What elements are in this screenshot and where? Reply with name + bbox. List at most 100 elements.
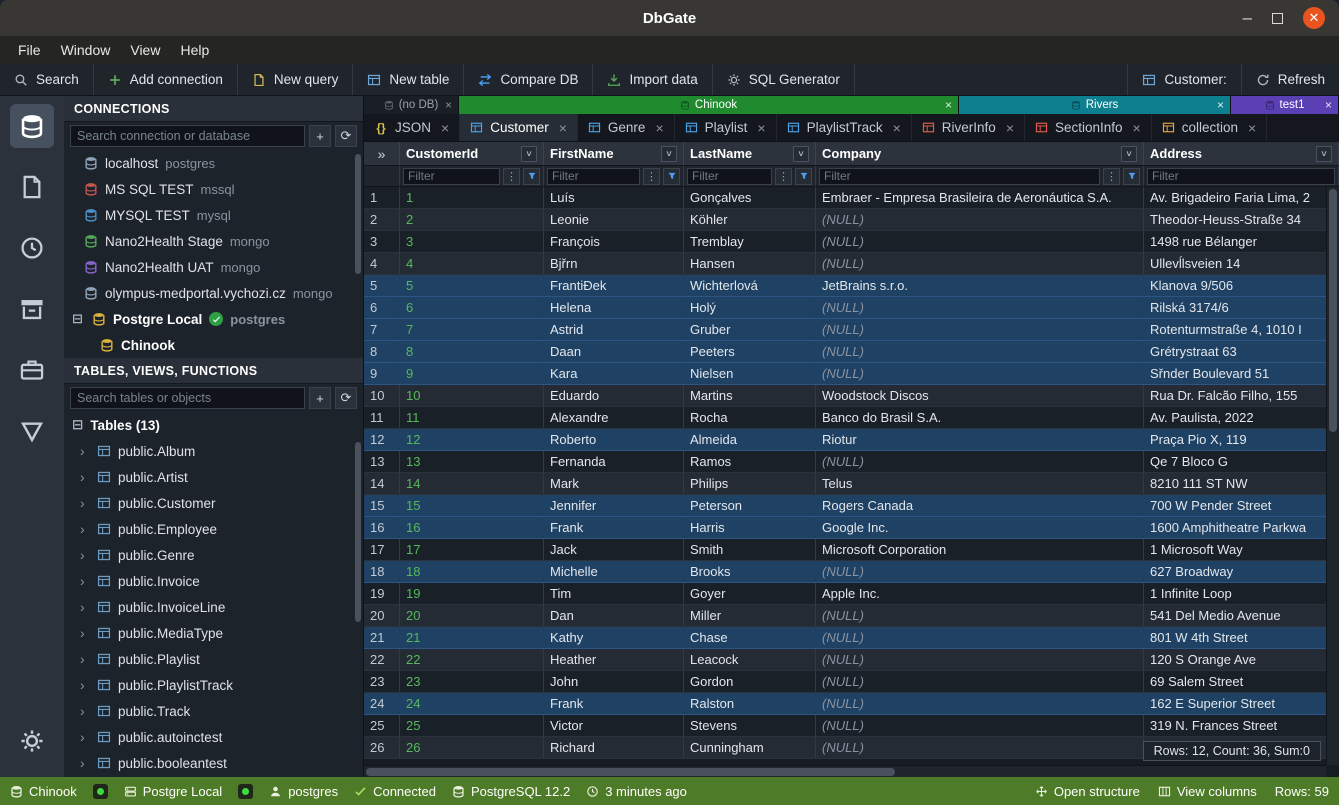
dbtab-nodb[interactable]: (no DB)× (364, 96, 459, 114)
cell-id[interactable]: 16 (400, 517, 544, 538)
cell-last[interactable]: Leacock (684, 649, 816, 670)
cell-last[interactable]: Brooks (684, 561, 816, 582)
cell-id[interactable]: 17 (400, 539, 544, 560)
tab-customer[interactable]: Customer× (460, 114, 578, 141)
tab-close-icon[interactable]: × (1217, 98, 1224, 112)
filter-input-company[interactable] (819, 168, 1100, 185)
tables-scrollbar[interactable] (355, 442, 361, 622)
chevron-right-icon[interactable]: › (80, 547, 90, 563)
table-item-public-autoinctest[interactable]: ›public.autoinctest (64, 724, 363, 750)
maximize-button[interactable] (1272, 13, 1283, 24)
chevron-right-icon[interactable]: › (80, 651, 90, 667)
cell-address[interactable]: 69 Salem Street (1144, 671, 1339, 692)
cell-address[interactable]: Av. Paulista, 2022 (1144, 407, 1339, 428)
cell-last[interactable]: Chase (684, 627, 816, 648)
cell-address[interactable]: Rua Dr. Falcão Filho, 155 (1144, 385, 1339, 406)
cell-last[interactable]: Peeters (684, 341, 816, 362)
table-row[interactable]: 99KaraNielsen(NULL)Sřnder Boulevard 51 (364, 363, 1339, 385)
tab-close-icon[interactable]: × (757, 120, 765, 136)
new-query-button[interactable]: New query (238, 64, 354, 95)
add-table-mini-button[interactable]: + (309, 387, 331, 409)
tables-group-row[interactable]: ⊟ Tables (13) (64, 412, 363, 438)
cell-address[interactable]: Ullevĺlsveien 14 (1144, 253, 1339, 274)
cell-id[interactable]: 26 (400, 737, 544, 758)
cell-address[interactable]: Rilská 3174/6 (1144, 297, 1339, 318)
cell-address[interactable]: Praça Pio X, 119 (1144, 429, 1339, 450)
table-row[interactable]: 33FrançoisTremblay(NULL)1498 rue Bélange… (364, 231, 1339, 253)
customer-quick-button[interactable]: Customer: (1127, 64, 1240, 95)
chevron-right-icon[interactable]: › (80, 495, 90, 511)
cell-last[interactable]: Hansen (684, 253, 816, 274)
table-item-public-playlist[interactable]: ›public.Playlist (64, 646, 363, 672)
cell-first[interactable]: Astrid (544, 319, 684, 340)
add-connection-mini-button[interactable]: + (309, 125, 331, 147)
tab-playlist[interactable]: Playlist× (675, 114, 777, 141)
cell-id[interactable]: 22 (400, 649, 544, 670)
cell-first[interactable]: Mark (544, 473, 684, 494)
expand-columns-button[interactable]: » (364, 142, 400, 165)
column-header-firstname[interactable]: FirstName˅ (544, 142, 684, 165)
column-dropdown-icon[interactable]: ˅ (1121, 146, 1137, 162)
cell-first[interactable]: Victor (544, 715, 684, 736)
table-row[interactable]: 2525VictorStevens(NULL)319 N. Frances St… (364, 715, 1339, 737)
cell-first[interactable]: Tim (544, 583, 684, 604)
table-item-public-invoice[interactable]: ›public.Invoice (64, 568, 363, 594)
tab-sectioninfo[interactable]: SectionInfo× (1025, 114, 1152, 141)
cell-last[interactable]: Köhler (684, 209, 816, 230)
cell-company[interactable]: Rogers Canada (816, 495, 1144, 516)
chevron-right-icon[interactable]: › (80, 625, 90, 641)
cell-address[interactable]: 627 Broadway (1144, 561, 1339, 582)
cell-id[interactable]: 19 (400, 583, 544, 604)
cell-last[interactable]: Almeida (684, 429, 816, 450)
cell-first[interactable]: John (544, 671, 684, 692)
cell-id[interactable]: 14 (400, 473, 544, 494)
column-header-lastname[interactable]: LastName˅ (684, 142, 816, 165)
cell-id[interactable]: 4 (400, 253, 544, 274)
dbtab-rivers[interactable]: Rivers× (959, 96, 1231, 114)
tab-close-icon[interactable]: × (1248, 120, 1256, 136)
tab-close-icon[interactable]: × (1325, 98, 1332, 112)
funnel-icon[interactable] (1123, 168, 1140, 185)
cell-company[interactable]: (NULL) (816, 341, 1144, 362)
iconbar-connections[interactable] (10, 104, 54, 148)
cell-address[interactable]: 1 Microsoft Way (1144, 539, 1339, 560)
filter-input-firstname[interactable] (547, 168, 640, 185)
table-item-public-genre[interactable]: ›public.Genre (64, 542, 363, 568)
cell-last[interactable]: Tremblay (684, 231, 816, 252)
cell-id[interactable]: 25 (400, 715, 544, 736)
add-connection-button[interactable]: Add connection (94, 64, 238, 95)
cell-company[interactable]: Google Inc. (816, 517, 1144, 538)
table-row[interactable]: 2020DanMiller(NULL)541 Del Medio Avenue (364, 605, 1339, 627)
statusbar-view-columns[interactable]: View columns (1158, 784, 1257, 799)
table-row[interactable]: 44BjřrnHansen(NULL)Ullevĺlsveien 14 (364, 253, 1339, 275)
chevron-right-icon[interactable]: › (80, 755, 90, 771)
table-row[interactable]: 22LeonieKöhler(NULL)Theodor-Heuss-Straße… (364, 209, 1339, 231)
cell-company[interactable]: (NULL) (816, 253, 1144, 274)
tab-genre[interactable]: Genre× (578, 114, 675, 141)
filter-menu-icon[interactable]: ⋮ (503, 168, 520, 185)
grid-horizontal-scrollbar[interactable] (364, 765, 1326, 777)
tab-close-icon[interactable]: × (445, 98, 452, 112)
table-row[interactable]: 1010EduardoMartinsWoodstock DiscosRua Dr… (364, 385, 1339, 407)
column-dropdown-icon[interactable]: ˅ (1316, 146, 1332, 162)
cell-last[interactable]: Ramos (684, 451, 816, 472)
table-row[interactable]: 1414MarkPhilipsTelus8210 111 ST NW (364, 473, 1339, 495)
column-dropdown-icon[interactable]: ˅ (521, 146, 537, 162)
cell-company[interactable]: Microsoft Corporation (816, 539, 1144, 560)
cell-company[interactable]: (NULL) (816, 671, 1144, 692)
connection-ms-sql-test[interactable]: MS SQL TESTmssql (64, 176, 363, 202)
menu-view[interactable]: View (120, 39, 170, 61)
menu-window[interactable]: Window (51, 39, 121, 61)
minimize-button[interactable]: – (1243, 13, 1252, 23)
tab-close-icon[interactable]: × (441, 120, 449, 136)
table-item-public-customer[interactable]: ›public.Customer (64, 490, 363, 516)
new-table-button[interactable]: New table (353, 64, 464, 95)
column-header-address[interactable]: Address˅ (1144, 142, 1339, 165)
cell-first[interactable]: Jennifer (544, 495, 684, 516)
tab-riverinfo[interactable]: RiverInfo× (912, 114, 1025, 141)
cell-id[interactable]: 2 (400, 209, 544, 230)
statusbar-open-structure[interactable]: Open structure (1035, 784, 1140, 799)
cell-company[interactable]: (NULL) (816, 715, 1144, 736)
cell-address[interactable]: Klanova 9/506 (1144, 275, 1339, 296)
connection-localhost[interactable]: localhostpostgres (64, 150, 363, 176)
